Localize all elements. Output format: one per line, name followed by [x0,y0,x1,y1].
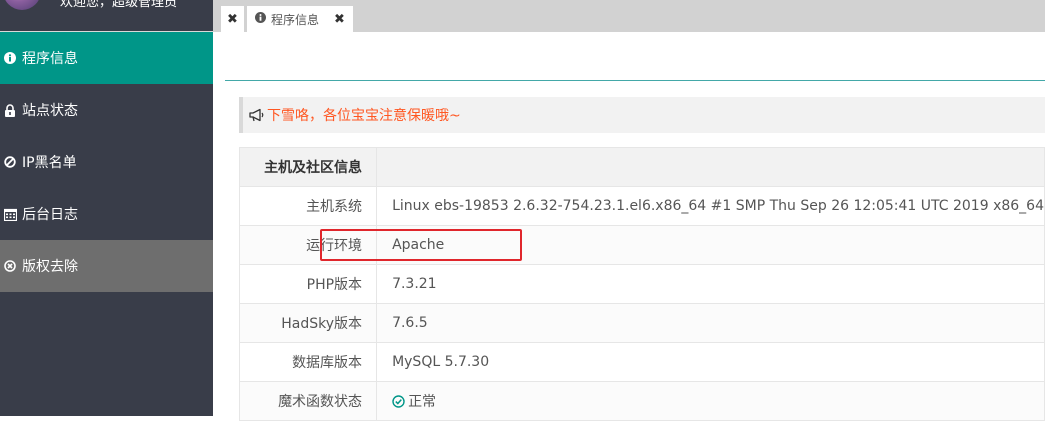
row-value: MySQL 5.7.30 [376,342,1045,382]
row-label: 运行环境 [238,225,378,265]
avatar[interactable] [3,0,41,10]
row-label: 数据库版本 [238,342,378,382]
table-row: 魔术函数状态 正常 [238,381,1045,421]
lock-icon [2,102,18,118]
sidebar-item-label: 程序信息 [22,51,78,67]
row-label: PHP版本 [238,264,378,304]
divider [225,80,1045,81]
close-circle-icon [2,258,18,274]
sidebar-item-remove-copyright[interactable]: 版权去除 [0,240,213,292]
sidebar-item-admin-log[interactable]: 后台日志 [0,188,213,240]
row-label: 魔术函数状态 [238,381,378,421]
sidebar-item-label: 站点状态 [22,103,78,119]
close-icon[interactable]: ✖ [227,12,238,27]
tab-bar: ✖ 程序信息 ✖ [213,0,1045,32]
table-row: 运行环境 Apache [238,225,1045,265]
welcome-text: 欢迎您，超级管理员 [60,0,178,10]
host-info-table: 主机及社区信息 主机系统 Linux ebs-19853 2.6.32-754.… [238,147,1045,421]
sidebar-item-label: 后台日志 [22,207,78,223]
info-icon [255,12,266,26]
table-header: 主机及社区信息 [238,147,378,187]
table-row: 主机系统 Linux ebs-19853 2.6.32-754.23.1.el6… [238,186,1045,226]
notice-text: 下雪咯，各位宝宝注意保暖哦~ [267,108,461,124]
table-header-row: 主机及社区信息 [238,147,1045,187]
tab-program-info[interactable]: 程序信息 ✖ [247,6,353,32]
row-value: 7.6.5 [376,303,1045,343]
row-label: 主机系统 [238,186,378,226]
row-label: HadSky版本 [238,303,378,343]
table-row: 数据库版本 MySQL 5.7.30 [238,342,1045,382]
sidebar: 欢迎您，超级管理员 程序信息 站点状态 IP黑名单 后台日志 版权去除 [0,0,213,416]
row-value: Linux ebs-19853 2.6.32-754.23.1.el6.x86_… [376,186,1045,226]
row-value: 7.3.21 [376,264,1045,304]
close-icon[interactable]: ✖ [334,12,345,27]
megaphone-icon [249,108,265,122]
row-value: Apache [376,225,1045,265]
sidebar-item-label: IP黑名单 [22,155,77,171]
main-content: 下雪咯，各位宝宝注意保暖哦~ 主机及社区信息 主机系统 Linux ebs-19… [213,32,1045,421]
row-value-status: 正常 [376,381,1045,421]
user-bar: 欢迎您，超级管理员 [0,0,213,32]
sidebar-item-program-info[interactable]: 程序信息 [0,32,213,84]
status-text: 正常 [408,394,437,410]
calendar-icon [2,206,18,222]
sidebar-menu: 程序信息 站点状态 IP黑名单 后台日志 版权去除 [0,32,213,292]
check-circle-icon [392,395,405,408]
table-header-empty [376,147,1045,187]
notice-bar: 下雪咯，各位宝宝注意保暖哦~ [239,97,1045,133]
info-icon [2,50,18,66]
tab-close-all[interactable]: ✖ [221,6,244,32]
tab-label: 程序信息 [271,12,320,27]
ban-icon [2,154,18,170]
sidebar-item-label: 版权去除 [22,259,78,275]
table-row: PHP版本 7.3.21 [238,264,1045,304]
table-row: HadSky版本 7.6.5 [238,303,1045,343]
sidebar-item-ip-blacklist[interactable]: IP黑名单 [0,136,213,188]
sidebar-item-site-status[interactable]: 站点状态 [0,84,213,136]
